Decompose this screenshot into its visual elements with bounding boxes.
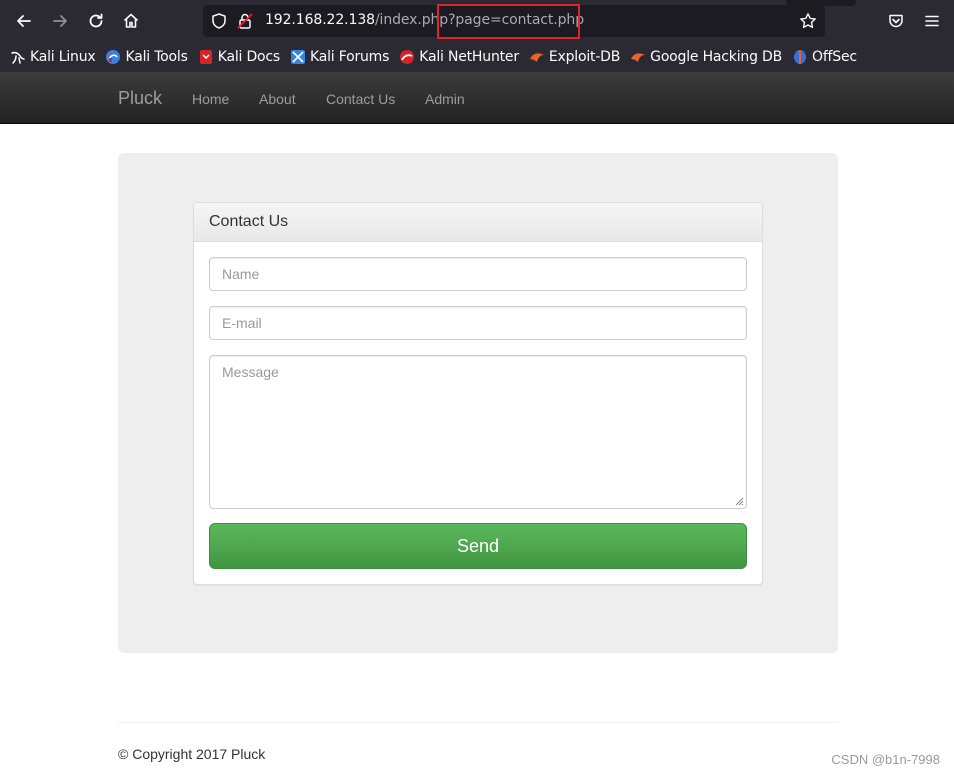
bookmark-exploit-db[interactable]: Exploit-DB <box>529 49 620 65</box>
bookmark-offsec[interactable]: OffSec <box>792 49 857 65</box>
bookmarks-bar: Kali Linux Kali Tools Kali Docs Kali For… <box>0 42 954 72</box>
bookmark-label: Kali Forums <box>309 49 390 65</box>
reload-icon <box>89 13 103 28</box>
kali-dragon-icon <box>11 51 25 64</box>
bookmark-label: Kali Linux <box>30 49 96 65</box>
pocket-button[interactable] <box>884 9 908 33</box>
nethunter-icon <box>400 50 415 64</box>
nav-home[interactable]: Home <box>192 91 229 107</box>
watermark-text: CSDN @b1n-7998 <box>831 752 940 767</box>
footer-copyright: © Copyright 2017 Pluck <box>118 746 266 762</box>
shield-icon[interactable] <box>210 12 228 30</box>
bookmark-kali-forums[interactable]: Kali Forums <box>290 49 389 65</box>
kali-forums-icon <box>290 50 305 64</box>
offsec-icon <box>794 50 806 64</box>
reload-button[interactable] <box>84 9 108 33</box>
forward-button[interactable] <box>48 9 72 33</box>
back-button[interactable] <box>12 9 36 33</box>
forward-arrow-icon <box>53 15 67 27</box>
url-highlight-box <box>437 4 580 39</box>
message-textarea[interactable]: Message <box>209 355 747 509</box>
bookmark-label: Google Hacking DB <box>650 49 782 65</box>
bookmark-kali-docs[interactable]: Kali Docs <box>198 49 280 65</box>
bookmark-google-hacking-db[interactable]: Google Hacking DB <box>630 49 782 65</box>
send-label: Send <box>456 535 500 556</box>
site-navbar: Pluck Home About Contact Us Admin <box>0 72 954 124</box>
panel-title: Contact Us <box>209 213 289 230</box>
bookmark-label: Kali NetHunter <box>419 49 519 65</box>
bookmark-label: OffSec <box>812 49 857 65</box>
bookmark-kali-nethunter[interactable]: Kali NetHunter <box>399 49 519 65</box>
nav-about[interactable]: About <box>259 91 296 107</box>
bookmark-star-icon[interactable] <box>799 12 817 30</box>
nav-admin[interactable]: Admin <box>425 91 465 107</box>
send-button[interactable]: Send <box>209 523 747 569</box>
app-menu-button[interactable] <box>920 9 944 33</box>
insecure-lock-icon[interactable] <box>236 12 254 30</box>
bookmark-label: Kali Docs <box>217 49 280 65</box>
url-host: 192.168.22.138 <box>265 12 375 28</box>
hamburger-menu-icon <box>925 15 939 27</box>
pocket-icon <box>889 14 903 28</box>
back-arrow-icon <box>17 15 31 27</box>
panel-heading: Contact Us <box>194 203 762 242</box>
tab-edge <box>786 0 856 6</box>
footer-divider <box>118 722 838 723</box>
bookmark-label: Exploit-DB <box>548 49 621 65</box>
nav-contact-us[interactable]: Contact Us <box>326 91 395 107</box>
message-placeholder: Message <box>222 364 279 380</box>
name-placeholder: Name <box>222 266 260 282</box>
kali-tools-icon <box>106 50 121 64</box>
browser-toolbar: 192.168.22.138/index.php?page=contact.ph… <box>0 0 954 42</box>
bookmark-kali-tools[interactable]: Kali Tools <box>105 49 188 65</box>
ghdb-icon <box>631 53 646 62</box>
contact-panel: Contact Us Name E-mail Message Send <box>193 202 763 585</box>
home-icon <box>123 13 139 28</box>
site-brand[interactable]: Pluck <box>118 88 162 109</box>
home-button[interactable] <box>119 9 143 33</box>
email-input[interactable]: E-mail <box>209 306 747 340</box>
resize-grip-icon[interactable] <box>735 497 744 506</box>
kali-docs-icon <box>199 50 212 64</box>
bookmark-kali-linux[interactable]: Kali Linux <box>10 49 96 65</box>
name-input[interactable]: Name <box>209 257 747 291</box>
email-placeholder: E-mail <box>222 315 262 331</box>
exploit-db-icon <box>529 53 544 62</box>
bookmark-label: Kali Tools <box>125 49 188 65</box>
